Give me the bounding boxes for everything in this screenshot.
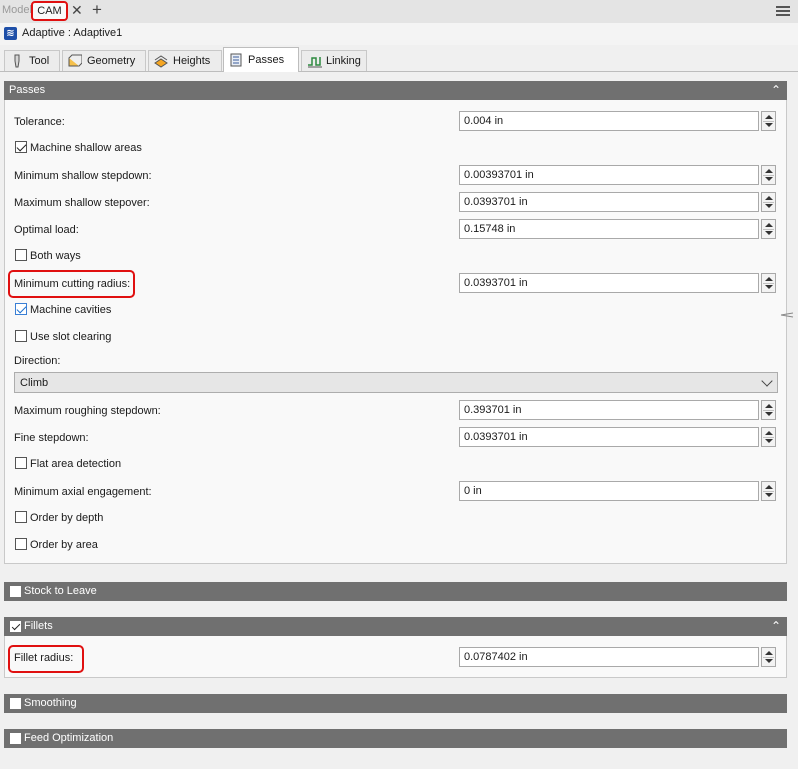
- tab-linking[interactable]: Linking: [301, 50, 367, 71]
- passes-section-header[interactable]: Passes ⌃: [4, 81, 787, 100]
- flat-area-detection-label: Flat area detection: [30, 458, 122, 470]
- feed-optimization-label: Feed Optimization: [24, 732, 114, 744]
- direction-label: Direction:: [14, 355, 61, 367]
- tab-bar-divider: [0, 71, 798, 72]
- min-axial-engagement-label: Minimum axial engagement:: [14, 486, 152, 498]
- optimal-load-label: Optimal load:: [14, 224, 79, 236]
- min-axial-engagement-spinner[interactable]: [761, 481, 776, 501]
- min-shallow-stepdown-label: Minimum shallow stepdown:: [14, 170, 152, 182]
- fine-stepdown-label: Fine stepdown:: [14, 432, 89, 444]
- min-cutting-radius-input[interactable]: 0.0393701 in: [459, 273, 759, 293]
- max-roughing-stepdown-input[interactable]: 0.393701 in: [459, 400, 759, 420]
- feed-optimization-section-header[interactable]: Feed Optimization: [4, 729, 787, 748]
- fillets-label: Fillets: [24, 620, 53, 632]
- passes-icon: [229, 53, 243, 67]
- machine-shallow-areas-label: Machine shallow areas: [30, 142, 142, 154]
- passes-section-title: Passes: [9, 84, 46, 96]
- heights-icon: [154, 54, 168, 68]
- order-by-area-checkbox[interactable]: [15, 538, 27, 550]
- direction-value: Climb: [20, 377, 49, 389]
- max-roughing-stepdown-label: Maximum roughing stepdown:: [14, 405, 161, 417]
- optimal-load-spinner[interactable]: [761, 219, 776, 239]
- stock-to-leave-checkbox[interactable]: [10, 586, 21, 597]
- smoothing-section-header[interactable]: Smoothing: [4, 694, 787, 713]
- fillet-radius-spinner[interactable]: [761, 647, 776, 667]
- fillets-checkbox[interactable]: [10, 621, 21, 632]
- close-icon[interactable]: ✕: [71, 3, 83, 17]
- min-axial-engagement-input[interactable]: 0 in: [459, 481, 759, 501]
- operation-title: Adaptive : Adaptive1: [22, 27, 123, 39]
- flat-area-detection-checkbox[interactable]: [15, 457, 27, 469]
- collapse-icon[interactable]: ⌃: [771, 619, 781, 633]
- direction-select[interactable]: Climb: [14, 372, 778, 393]
- max-roughing-stepdown-spinner[interactable]: [761, 400, 776, 420]
- machine-cavities-checkbox[interactable]: [15, 303, 27, 315]
- tolerance-spinner[interactable]: [761, 111, 776, 131]
- max-shallow-stepover-input[interactable]: 0.0393701 in: [459, 192, 759, 212]
- stock-to-leave-label: Stock to Leave: [24, 585, 97, 597]
- tab-linking-label: Linking: [326, 55, 361, 67]
- machine-shallow-areas-checkbox[interactable]: [15, 141, 27, 153]
- use-slot-clearing-label: Use slot clearing: [30, 331, 112, 343]
- tab-geometry[interactable]: Geometry: [62, 50, 146, 71]
- both-ways-checkbox[interactable]: [15, 249, 27, 261]
- document-tab-strip: [0, 0, 798, 24]
- tolerance-input[interactable]: 0.004 in: [459, 111, 759, 131]
- add-tab-icon[interactable]: +: [92, 1, 102, 19]
- fillet-radius-label: Fillet radius:: [14, 652, 74, 664]
- min-cutting-radius-spinner[interactable]: [761, 273, 776, 293]
- adaptive-operation-icon: ≋: [4, 27, 17, 40]
- use-slot-clearing-checkbox[interactable]: [15, 330, 27, 342]
- tab-tool-label: Tool: [29, 55, 50, 67]
- order-by-depth-label: Order by depth: [30, 512, 104, 524]
- tolerance-label: Tolerance:: [14, 116, 65, 128]
- tab-passes[interactable]: Passes: [223, 47, 299, 72]
- fillet-radius-input[interactable]: 0.0787402 in: [459, 647, 759, 667]
- machine-cavities-label: Machine cavities: [30, 304, 112, 316]
- tab-model[interactable]: Model: [2, 4, 32, 16]
- both-ways-label: Both ways: [30, 250, 81, 262]
- order-by-area-label: Order by area: [30, 539, 98, 551]
- tab-passes-label: Passes: [248, 54, 285, 66]
- tool-icon: [10, 54, 24, 68]
- hamburger-menu-icon[interactable]: [776, 6, 790, 17]
- tab-cam[interactable]: CAM: [31, 1, 68, 21]
- tab-tool[interactable]: Tool: [4, 50, 60, 71]
- linking-icon: [307, 54, 322, 68]
- smoothing-label: Smoothing: [24, 697, 77, 709]
- max-shallow-stepover-spinner[interactable]: [761, 192, 776, 212]
- fillets-section-header[interactable]: Fillets ⌃: [4, 617, 787, 636]
- collapse-icon[interactable]: ⌃: [771, 83, 781, 97]
- max-shallow-stepover-label: Maximum shallow stepover:: [14, 197, 150, 209]
- resize-grip-icon[interactable]: [780, 312, 794, 318]
- min-shallow-stepdown-spinner[interactable]: [761, 165, 776, 185]
- min-shallow-stepdown-input[interactable]: 0.00393701 in: [459, 165, 759, 185]
- tab-heights[interactable]: Heights: [148, 50, 222, 71]
- min-cutting-radius-label: Minimum cutting radius:: [14, 278, 131, 290]
- tab-heights-label: Heights: [173, 55, 211, 67]
- fine-stepdown-spinner[interactable]: [761, 427, 776, 447]
- stock-to-leave-section-header[interactable]: Stock to Leave: [4, 582, 787, 601]
- tab-geometry-label: Geometry: [87, 55, 136, 67]
- optimal-load-input[interactable]: 0.15748 in: [459, 219, 759, 239]
- order-by-depth-checkbox[interactable]: [15, 511, 27, 523]
- fine-stepdown-input[interactable]: 0.0393701 in: [459, 427, 759, 447]
- smoothing-checkbox[interactable]: [10, 698, 21, 709]
- chevron-down-icon: [761, 375, 773, 387]
- feed-optimization-checkbox[interactable]: [10, 733, 21, 744]
- geometry-icon: [68, 54, 83, 68]
